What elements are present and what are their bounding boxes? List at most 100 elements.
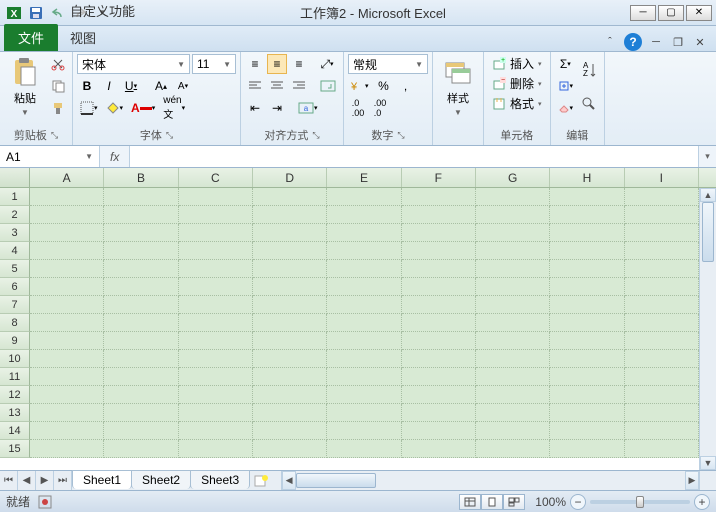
hscroll-thumb[interactable] <box>296 473 376 488</box>
sort-filter-button[interactable]: AZ <box>578 54 600 86</box>
row-header[interactable]: 12 <box>0 386 30 404</box>
cell[interactable] <box>550 422 624 440</box>
cell[interactable] <box>402 386 476 404</box>
cell[interactable] <box>104 350 178 368</box>
increase-decimal-button[interactable]: .0.00 <box>348 98 368 118</box>
cut-button[interactable] <box>48 54 68 74</box>
row-header[interactable]: 9 <box>0 332 30 350</box>
cell[interactable] <box>550 242 624 260</box>
cell[interactable] <box>476 386 550 404</box>
cell[interactable] <box>253 224 327 242</box>
cell[interactable] <box>402 404 476 422</box>
column-header[interactable]: F <box>402 168 476 187</box>
italic-button[interactable]: I <box>99 76 119 96</box>
row-header[interactable]: 11 <box>0 368 30 386</box>
sheet-tab[interactable]: Sheet2 <box>131 470 191 489</box>
underline-button[interactable]: U▾ <box>121 76 141 96</box>
cell[interactable] <box>625 440 699 458</box>
cell[interactable] <box>550 332 624 350</box>
autosum-button[interactable]: Σ▾ <box>555 54 577 74</box>
scroll-up-icon[interactable]: ▲ <box>700 188 716 202</box>
cell[interactable] <box>625 224 699 242</box>
cell[interactable] <box>550 350 624 368</box>
cell[interactable] <box>402 440 476 458</box>
cell[interactable] <box>550 296 624 314</box>
column-header[interactable]: E <box>327 168 401 187</box>
fx-icon[interactable]: fx <box>106 150 123 164</box>
font-color-button[interactable]: A▾ <box>128 98 158 118</box>
cell[interactable] <box>625 242 699 260</box>
cell[interactable] <box>402 332 476 350</box>
cell[interactable] <box>30 278 104 296</box>
percent-button[interactable]: % <box>374 76 394 96</box>
save-icon[interactable] <box>26 3 46 23</box>
cell[interactable] <box>402 188 476 206</box>
cell[interactable] <box>253 206 327 224</box>
cell[interactable] <box>30 404 104 422</box>
cell[interactable] <box>625 404 699 422</box>
cell[interactable] <box>327 224 401 242</box>
cell[interactable] <box>179 350 253 368</box>
cell[interactable] <box>104 440 178 458</box>
grow-font-button[interactable]: A▴ <box>151 76 171 96</box>
cell[interactable] <box>625 188 699 206</box>
cell[interactable] <box>104 404 178 422</box>
cell[interactable] <box>30 386 104 404</box>
format-cells-button[interactable]: 格式▾ <box>488 94 546 113</box>
cell[interactable] <box>30 332 104 350</box>
cell[interactable] <box>30 224 104 242</box>
row-header[interactable]: 2 <box>0 206 30 224</box>
column-header[interactable]: H <box>550 168 624 187</box>
cell[interactable] <box>104 188 178 206</box>
cell[interactable] <box>104 386 178 404</box>
doc-restore-icon[interactable]: ❐ <box>670 35 686 49</box>
cell[interactable] <box>104 368 178 386</box>
zoom-out-button[interactable]: − <box>570 494 586 510</box>
align-left-button[interactable] <box>245 76 265 96</box>
column-header[interactable]: C <box>179 168 253 187</box>
column-header[interactable]: D <box>253 168 327 187</box>
maximize-button[interactable]: ▢ <box>658 5 684 21</box>
zoom-in-button[interactable]: + <box>694 494 710 510</box>
sheet-tab[interactable]: Sheet1 <box>72 470 132 489</box>
sheet-nav-prev-icon[interactable]: ◀ <box>18 471 36 490</box>
zoom-slider[interactable] <box>590 500 690 504</box>
cell[interactable] <box>402 242 476 260</box>
cell[interactable] <box>476 314 550 332</box>
doc-close-icon[interactable]: ✕ <box>692 35 708 49</box>
cell[interactable] <box>402 206 476 224</box>
sheet-nav-next-icon[interactable]: ▶ <box>36 471 54 490</box>
cell[interactable] <box>104 332 178 350</box>
align-center-button[interactable] <box>267 76 287 96</box>
cell[interactable] <box>550 206 624 224</box>
cell[interactable] <box>104 260 178 278</box>
cell[interactable] <box>550 386 624 404</box>
cell[interactable] <box>253 386 327 404</box>
help-icon[interactable]: ? <box>624 33 642 51</box>
column-header[interactable]: B <box>104 168 178 187</box>
merge-center-button[interactable]: a▾ <box>295 98 321 118</box>
cell[interactable] <box>30 314 104 332</box>
cell[interactable] <box>550 368 624 386</box>
cell[interactable] <box>327 440 401 458</box>
cell[interactable] <box>253 440 327 458</box>
cell[interactable] <box>476 422 550 440</box>
row-header[interactable]: 15 <box>0 440 30 458</box>
cell[interactable] <box>104 296 178 314</box>
orientation-button[interactable]: ⤢▾ <box>317 54 337 74</box>
cell[interactable] <box>476 242 550 260</box>
cell[interactable] <box>30 422 104 440</box>
cell[interactable] <box>625 386 699 404</box>
cell[interactable] <box>402 368 476 386</box>
cell[interactable] <box>327 368 401 386</box>
decrease-decimal-button[interactable]: .00.0 <box>370 98 390 118</box>
cell[interactable] <box>104 422 178 440</box>
minimize-button[interactable]: ─ <box>630 5 656 21</box>
row-header[interactable]: 1 <box>0 188 30 206</box>
cell[interactable] <box>327 278 401 296</box>
row-header[interactable]: 6 <box>0 278 30 296</box>
column-header[interactable]: A <box>30 168 104 187</box>
cell[interactable] <box>550 278 624 296</box>
sheet-nav-last-icon[interactable]: ⏭ <box>54 471 72 490</box>
align-launcher-icon[interactable]: ⤡ <box>312 130 319 141</box>
